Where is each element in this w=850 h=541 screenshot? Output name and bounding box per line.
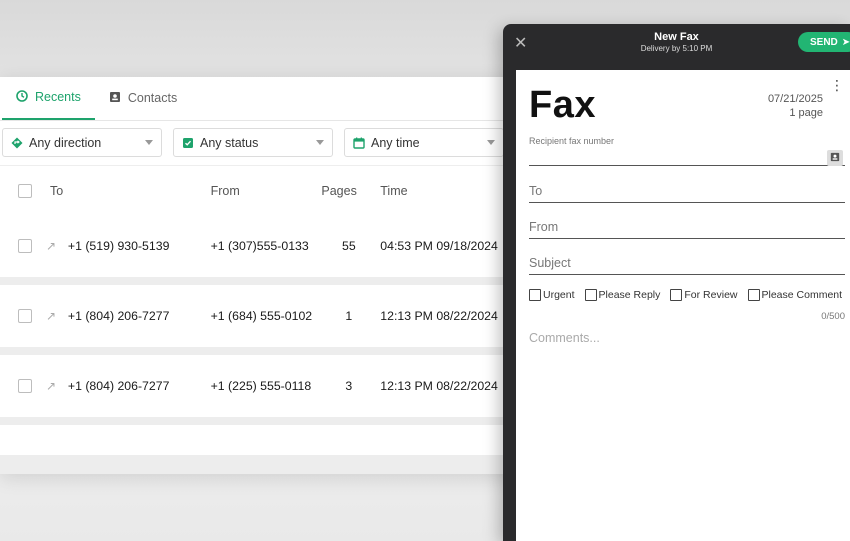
cell-pages: 1	[345, 309, 353, 323]
chevron-down-icon	[316, 140, 324, 145]
contact-picker-button[interactable]	[827, 150, 843, 166]
outgoing-arrow-icon: ↗	[45, 239, 56, 253]
list-footer	[0, 425, 520, 455]
cell-time: 04:53 PM 09/18/2024	[380, 239, 498, 253]
row-checkbox[interactable]	[18, 239, 32, 253]
status-filter-label: Any status	[200, 135, 259, 150]
time-filter[interactable]: Any time	[344, 128, 504, 157]
cell-pages: 55	[341, 239, 356, 253]
fax-heading: Fax	[529, 84, 596, 126]
send-button-label: SEND	[810, 36, 838, 48]
header-time[interactable]: Time	[380, 184, 520, 198]
tab-contacts-label: Contacts	[127, 91, 178, 105]
comments-textarea[interactable]: Comments...	[529, 331, 839, 511]
direction-filter-label: Any direction	[29, 135, 102, 150]
status-icon	[182, 137, 194, 149]
table-row[interactable]: ↗ +1 (519) 930-5139 +1 (307)555-0133 55 …	[0, 215, 520, 277]
time-filter-label: Any time	[371, 135, 420, 150]
outgoing-arrow-icon: ↗	[45, 309, 56, 323]
send-button[interactable]: SEND ➤	[798, 32, 850, 52]
fax-cover-sheet: ⋮ Fax 07/21/2025 1 page Recipient fax nu…	[516, 70, 850, 541]
cell-to: +1 (804) 206-7277	[67, 309, 170, 323]
cell-time: 12:13 PM 08/22/2024	[380, 309, 498, 323]
more-options-icon[interactable]: ⋮	[830, 78, 844, 92]
fax-flags: Urgent Please Reply For Review Please Co…	[529, 289, 842, 301]
tab-bar: Recents Contacts	[0, 77, 520, 121]
fax-page-count: 1 page	[789, 107, 823, 119]
urgent-checkbox[interactable]: Urgent	[529, 289, 575, 301]
cell-from: +1 (684) 555-0102	[210, 309, 313, 323]
cell-from: +1 (225) 555-0118	[210, 379, 312, 393]
for-review-label: For Review	[684, 289, 738, 301]
from-field-label: From	[529, 220, 559, 234]
contact-card-icon	[830, 149, 840, 167]
for-review-checkbox[interactable]: For Review	[670, 289, 738, 301]
fax-date: 07/21/2025	[767, 93, 823, 105]
subject-field[interactable]: Subject	[529, 256, 845, 275]
from-field[interactable]: From	[529, 220, 845, 239]
to-field-label: To	[529, 184, 543, 198]
chevron-down-icon	[145, 140, 153, 145]
cell-time: 12:13 PM 08/22/2024	[380, 379, 498, 393]
header-from[interactable]: From	[211, 184, 318, 198]
table-header: To From Pages Time	[0, 165, 520, 215]
please-reply-label: Please Reply	[598, 289, 661, 301]
status-filter[interactable]: Any status	[173, 128, 333, 157]
please-comment-checkbox[interactable]: Please Comment	[747, 289, 843, 301]
tab-recents[interactable]: Recents	[2, 77, 95, 120]
chevron-down-icon	[487, 140, 495, 145]
cell-to: +1 (804) 206-7277	[67, 379, 170, 393]
subject-field-label: Subject	[529, 256, 571, 270]
to-field[interactable]: To	[529, 184, 845, 203]
row-checkbox[interactable]	[18, 309, 32, 323]
clock-icon	[16, 89, 28, 105]
new-fax-panel: ✕ New Fax Delivery by 5:10 PM SEND ➤ ⋮ F…	[503, 24, 850, 541]
tab-contacts[interactable]: Contacts	[95, 77, 191, 120]
send-arrow-icon: ➤	[841, 36, 850, 48]
row-checkbox[interactable]	[18, 379, 32, 393]
select-all-checkbox[interactable]	[18, 183, 32, 198]
cell-pages: 3	[345, 379, 353, 393]
outgoing-arrow-icon: ↗	[45, 379, 56, 393]
tab-recents-label: Recents	[35, 90, 81, 104]
direction-filter[interactable]: Any direction	[2, 128, 162, 157]
character-counter: 0/500	[821, 311, 845, 322]
header-pages[interactable]: Pages	[317, 184, 380, 198]
table-row[interactable]: ↗ +1 (804) 206-7277 +1 (225) 555-0118 3 …	[0, 355, 520, 417]
recents-card: Recents Contacts Any direction Any statu…	[0, 77, 520, 474]
filter-bar: Any direction Any status Any time	[0, 121, 520, 165]
header-to[interactable]: To	[46, 184, 189, 198]
please-reply-checkbox[interactable]: Please Reply	[584, 289, 661, 301]
calendar-icon	[353, 137, 365, 149]
cell-from: +1 (307)555-0133	[210, 239, 309, 253]
please-comment-label: Please Comment	[761, 289, 843, 301]
table-row[interactable]: ↗ +1 (804) 206-7277 +1 (684) 555-0102 1 …	[0, 285, 520, 347]
recipient-fax-label: Recipient fax number	[529, 136, 615, 146]
recipient-fax-field[interactable]: Recipient fax number	[529, 136, 845, 166]
direction-icon	[11, 137, 23, 149]
contact-card-icon	[109, 91, 121, 106]
urgent-label: Urgent	[543, 289, 575, 301]
panel-header: ✕ New Fax Delivery by 5:10 PM SEND ➤	[503, 24, 850, 70]
cell-to: +1 (519) 930-5139	[67, 239, 170, 253]
